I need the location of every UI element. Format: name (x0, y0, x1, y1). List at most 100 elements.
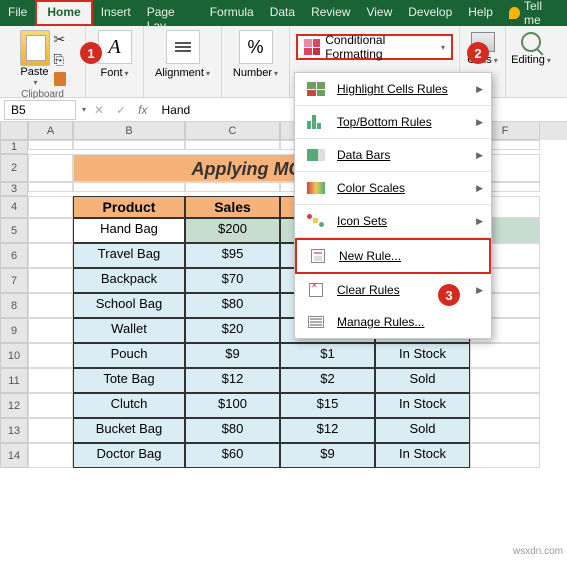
format-painter-icon[interactable] (54, 72, 66, 86)
cell[interactable] (28, 268, 73, 293)
cell-d[interactable]: $2 (280, 368, 375, 393)
cell-product[interactable]: Backpack (73, 268, 185, 293)
cell[interactable] (28, 293, 73, 318)
menu-clear-rules[interactable]: Clear Rules▶ (295, 274, 491, 306)
cell[interactable] (28, 318, 73, 343)
cell-product[interactable]: Doctor Bag (73, 443, 185, 468)
paste-label[interactable]: Paste (20, 66, 48, 78)
cell[interactable] (470, 418, 540, 443)
tab-data[interactable]: Data (262, 0, 303, 26)
row-header[interactable]: 11 (0, 368, 28, 393)
cell-sales[interactable]: $80 (185, 293, 280, 318)
header-product[interactable]: Product (73, 196, 185, 218)
cell-d[interactable]: $1 (280, 343, 375, 368)
alignment-label[interactable]: Alignment▾ (155, 67, 210, 79)
cell-sales[interactable]: $20 (185, 318, 280, 343)
cell[interactable] (28, 243, 73, 268)
cell[interactable] (28, 393, 73, 418)
tab-page-layout[interactable]: Page Lay (139, 0, 202, 26)
cell[interactable] (470, 443, 540, 468)
col-b[interactable]: B (73, 122, 185, 140)
row-header[interactable]: 14 (0, 443, 28, 468)
cell-sales[interactable]: $200 (185, 218, 280, 243)
cell-d[interactable]: $12 (280, 418, 375, 443)
cell-sales[interactable]: $60 (185, 443, 280, 468)
editing-button[interactable]: Editing▾ (505, 30, 557, 68)
cell[interactable] (470, 368, 540, 393)
row-header[interactable]: 12 (0, 393, 28, 418)
row-header[interactable]: 13 (0, 418, 28, 443)
tab-view[interactable]: View (358, 0, 400, 26)
cell[interactable] (28, 443, 73, 468)
font-button[interactable]: A (98, 30, 132, 64)
cell[interactable] (28, 218, 73, 243)
cell[interactable] (28, 343, 73, 368)
cell[interactable] (28, 418, 73, 443)
cell-sales[interactable]: $100 (185, 393, 280, 418)
col-c[interactable]: C (185, 122, 280, 140)
number-format-button[interactable]: % (239, 30, 273, 64)
tab-file[interactable]: File (0, 0, 35, 26)
font-label[interactable]: Font▾ (100, 67, 128, 79)
row-header-4[interactable]: 4 (0, 196, 28, 218)
cell-sales[interactable]: $80 (185, 418, 280, 443)
cell[interactable] (470, 393, 540, 418)
cell-product[interactable]: Hand Bag (73, 218, 185, 243)
cell-sales[interactable]: $95 (185, 243, 280, 268)
cell-e[interactable]: Sold (375, 418, 470, 443)
tab-home[interactable]: Home (35, 0, 92, 26)
row-header[interactable]: 8 (0, 293, 28, 318)
cell-product[interactable]: Travel Bag (73, 243, 185, 268)
select-all[interactable] (0, 122, 28, 140)
cell-product[interactable]: Pouch (73, 343, 185, 368)
tab-tell-me[interactable]: Tell me (501, 0, 567, 26)
row-header[interactable]: 6 (0, 243, 28, 268)
cell-e[interactable]: Sold (375, 368, 470, 393)
cell-product[interactable]: Tote Bag (73, 368, 185, 393)
cell-product[interactable]: School Bag (73, 293, 185, 318)
copy-icon[interactable]: ⎘ (54, 52, 66, 68)
row-header[interactable]: 5 (0, 218, 28, 243)
cell-sales[interactable]: $70 (185, 268, 280, 293)
row-header-3[interactable]: 3 (0, 182, 28, 196)
cell-product[interactable]: Bucket Bag (73, 418, 185, 443)
menu-data-bars[interactable]: Data Bars▶ (295, 139, 491, 171)
col-a[interactable]: A (28, 122, 73, 140)
tab-review[interactable]: Review (303, 0, 358, 26)
menu-manage-rules[interactable]: Manage Rules... (295, 306, 491, 338)
number-label[interactable]: Number▾ (233, 67, 278, 79)
cell-sales[interactable]: $12 (185, 368, 280, 393)
tab-insert[interactable]: Insert (93, 0, 139, 26)
tab-formulas[interactable]: Formula (202, 0, 262, 26)
row-header-1[interactable]: 1 (0, 140, 28, 154)
cell-e[interactable]: In Stock (375, 443, 470, 468)
row-header[interactable]: 10 (0, 343, 28, 368)
header-sales[interactable]: Sales (185, 196, 280, 218)
paste-dropdown-icon[interactable]: ▾ (31, 78, 37, 87)
fx-icon[interactable]: fx (130, 103, 155, 117)
cell-product[interactable]: Clutch (73, 393, 185, 418)
cell-d[interactable]: $15 (280, 393, 375, 418)
tab-developer[interactable]: Develop (400, 0, 460, 26)
conditional-formatting-button[interactable]: Conditional Formatting ▾ (296, 34, 453, 60)
cell-d[interactable]: $9 (280, 443, 375, 468)
row-header[interactable]: 7 (0, 268, 28, 293)
cell-e[interactable]: In Stock (375, 393, 470, 418)
row-header[interactable]: 9 (0, 318, 28, 343)
menu-top-bottom-rules[interactable]: Top/Bottom Rules▶ (295, 106, 491, 138)
menu-new-rule[interactable]: New Rule... (295, 238, 491, 274)
paste-icon[interactable] (20, 30, 50, 66)
menu-color-scales[interactable]: Color Scales▶ (295, 172, 491, 204)
menu-highlight-cells-rules[interactable]: Highlight Cells Rules▶ (295, 73, 491, 105)
name-box[interactable] (4, 100, 76, 120)
cell-e[interactable]: In Stock (375, 343, 470, 368)
cell[interactable] (28, 368, 73, 393)
cut-icon[interactable]: ✂ (54, 31, 66, 48)
cell-sales[interactable]: $9 (185, 343, 280, 368)
row-header-2[interactable]: 2 (0, 154, 28, 182)
tab-help[interactable]: Help (460, 0, 501, 26)
alignment-button[interactable] (166, 30, 200, 64)
cell[interactable] (470, 343, 540, 368)
menu-icon-sets[interactable]: Icon Sets▶ (295, 205, 491, 237)
cell-product[interactable]: Wallet (73, 318, 185, 343)
